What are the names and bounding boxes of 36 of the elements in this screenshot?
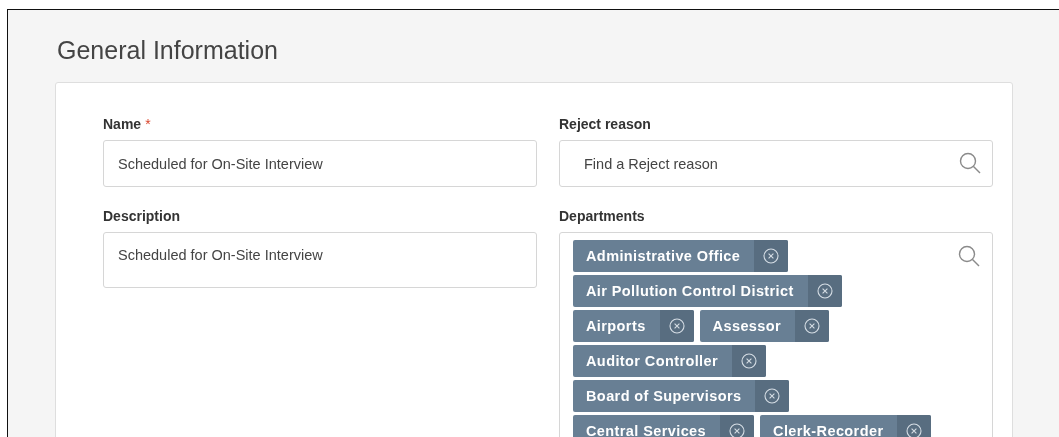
remove-icon xyxy=(668,318,685,334)
name-field[interactable]: Scheduled for On-Site Interview xyxy=(103,140,537,187)
tag-label: Board of Supervisors xyxy=(585,387,743,406)
field-label: Description xyxy=(103,208,180,224)
tag-field[interactable]: Administrative Office Air Pollution Control District Airports Assessor Auditor Controller Board of Supervisors Central Services Clerk-Recorder xyxy=(559,232,993,437)
description-field[interactable]: Scheduled for On-Site Interview xyxy=(103,232,537,288)
remove-tag-button[interactable] xyxy=(659,310,694,342)
remove-icon xyxy=(906,423,923,437)
search-icon[interactable] xyxy=(958,245,980,267)
remove-icon xyxy=(729,423,746,437)
search-icon[interactable] xyxy=(959,152,981,174)
tag-label: Assessor xyxy=(711,317,783,336)
section-title: General Information xyxy=(56,35,279,66)
remove-tag-button[interactable] xyxy=(795,310,830,342)
tag-label: Central Services xyxy=(585,422,708,437)
tag-label: Clerk-Recorder xyxy=(772,422,885,437)
remove-tag-button[interactable] xyxy=(732,345,767,377)
remove-tag-button[interactable] xyxy=(754,240,789,272)
remove-icon xyxy=(816,283,833,299)
field-label: Departments xyxy=(559,208,645,224)
search-field[interactable]: Find a Reject reason xyxy=(559,140,993,187)
field-label: Name xyxy=(103,116,142,132)
remove-tag-button[interactable] xyxy=(755,380,790,412)
tag-label: Airports xyxy=(585,317,647,336)
required-mark: * xyxy=(145,116,151,132)
remove-icon xyxy=(804,318,821,334)
remove-icon xyxy=(763,248,780,264)
remove-tag-button[interactable] xyxy=(897,415,932,437)
remove-icon xyxy=(764,388,781,404)
remove-tag-button[interactable] xyxy=(720,415,755,437)
tag-label: Air Pollution Control District xyxy=(585,282,795,301)
remove-tag-button[interactable] xyxy=(807,275,842,307)
remove-icon xyxy=(741,353,758,369)
field-label: Reject reason xyxy=(559,116,651,132)
tag-label: Administrative Office xyxy=(585,247,742,266)
tag-label: Auditor Controller xyxy=(585,352,720,371)
